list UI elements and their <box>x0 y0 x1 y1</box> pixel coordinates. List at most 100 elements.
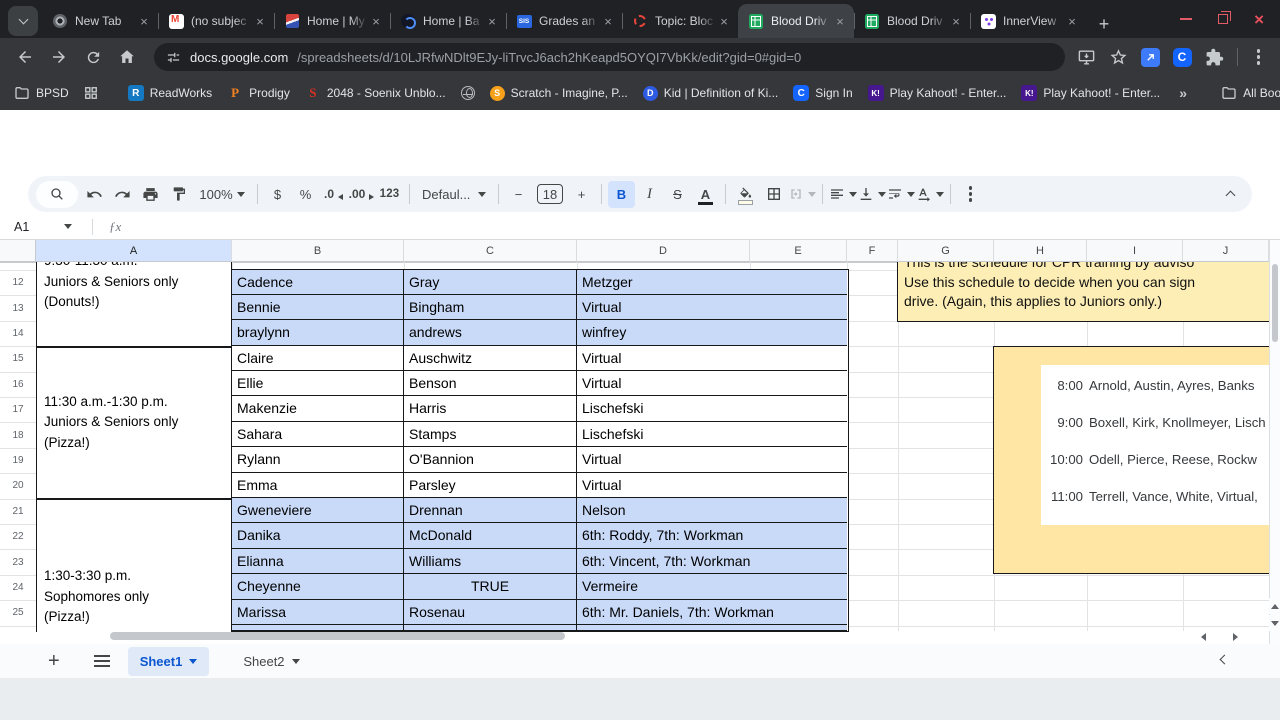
site-settings-icon[interactable] <box>166 50 181 65</box>
cell-C19[interactable]: O'Bannion <box>404 447 577 473</box>
paint-format-button[interactable] <box>165 181 192 208</box>
decrease-decimal-button[interactable]: .0 <box>320 181 347 208</box>
number-format-button[interactable]: 123 <box>376 181 403 208</box>
spreadsheet-grid[interactable]: 9:30-11:30 a.m. Juniors & Seniors only (… <box>0 240 1280 644</box>
forward-button[interactable] <box>44 42 74 72</box>
vertical-align-button[interactable] <box>858 181 886 208</box>
cell-B22[interactable]: Danika <box>232 523 404 549</box>
reload-button[interactable] <box>78 42 108 72</box>
collapse-panel-button[interactable] <box>1219 654 1230 665</box>
text-color-button[interactable]: A <box>692 181 719 208</box>
row-header-19[interactable]: 19 <box>0 448 36 473</box>
cell-C15[interactable]: Auschwitz <box>404 345 577 372</box>
tab-close-button[interactable]: × <box>948 13 964 29</box>
tab-close-button[interactable]: × <box>136 13 152 29</box>
fill-color-button[interactable] <box>732 181 759 208</box>
merge-cells-button[interactable] <box>788 181 816 208</box>
zoom-select[interactable]: 100% <box>193 181 251 208</box>
all-sheets-button[interactable] <box>93 655 110 667</box>
cell-C14[interactable]: andrews <box>404 320 577 346</box>
cell-D13[interactable]: Virtual <box>577 294 847 321</box>
cell-D20[interactable]: Virtual <box>577 473 847 499</box>
clever-extension-icon[interactable]: C <box>1172 47 1192 67</box>
browser-tab-6[interactable]: Topic: Bloc × <box>622 4 738 38</box>
cell-C20[interactable]: Parsley <box>404 472 577 499</box>
merged-cell-group-1[interactable]: 9:30-11:30 a.m. Juniors & Seniors only (… <box>36 262 232 347</box>
grid-corner[interactable] <box>0 240 36 262</box>
browser-tab-4[interactable]: Home | Ba × <box>390 4 506 38</box>
row-header-22[interactable]: 22 <box>0 524 36 549</box>
cell-C23[interactable]: Williams <box>404 548 577 575</box>
cell-D15[interactable]: Virtual <box>577 346 847 372</box>
cell-C12[interactable]: Gray <box>404 269 577 295</box>
cell-C18[interactable]: Stamps <box>404 421 577 448</box>
window-close-button[interactable]: × <box>1254 11 1264 28</box>
browser-tab-3[interactable]: Home | My × <box>274 4 390 38</box>
browser-tab-5[interactable]: Grades an × <box>506 4 622 38</box>
row-header-15[interactable]: 15 <box>0 346 36 371</box>
cell-C17[interactable]: Harris <box>404 396 577 422</box>
kami-extension-icon[interactable] <box>1140 47 1160 67</box>
row-header-24[interactable]: 24 <box>0 575 36 600</box>
bookmark-sign-in[interactable]: C Sign In <box>793 85 853 101</box>
cell-D14[interactable]: winfrey <box>577 320 847 346</box>
browser-tab-1[interactable]: New Tab × <box>42 4 158 38</box>
decrease-font-size-button[interactable]: − <box>505 181 532 208</box>
column-header-H[interactable]: H <box>994 240 1087 262</box>
browser-menu-icon[interactable] <box>1256 55 1260 59</box>
bookmark-globe[interactable] <box>460 86 475 100</box>
tab-close-button[interactable]: × <box>252 13 268 29</box>
row-header-18[interactable]: 18 <box>0 422 36 447</box>
cell-C22[interactable]: McDonald <box>404 523 577 549</box>
format-percent-button[interactable]: % <box>292 181 319 208</box>
new-tab-button[interactable]: + <box>1090 10 1118 38</box>
tab-close-button[interactable]: × <box>600 13 616 29</box>
tab-search-button[interactable] <box>8 6 38 36</box>
browser-tab-2[interactable]: (no subjec × <box>158 4 274 38</box>
merged-cell-group-3[interactable]: 1:30-3:30 p.m. Sophomores only (Pizza!) <box>36 499 232 632</box>
address-bar[interactable]: docs.google.com/spreadsheets/d/10LJRfwND… <box>154 43 1065 71</box>
row-header-16[interactable]: 16 <box>0 372 36 397</box>
column-header-E[interactable]: E <box>750 240 847 262</box>
name-box[interactable]: A1 <box>0 220 64 234</box>
row-header-20[interactable]: 20 <box>0 473 36 498</box>
search-menus-button[interactable] <box>36 180 78 208</box>
column-header-A[interactable]: A <box>36 240 232 262</box>
tab-close-button[interactable]: × <box>832 13 848 29</box>
cell-C25[interactable]: Rosenau <box>404 599 577 625</box>
cell-D12[interactable]: Metzger <box>577 269 847 295</box>
cell-D25[interactable]: 6th: Mr. Daniels, 7th: Workman <box>577 599 847 625</box>
font-size-input[interactable]: 18 <box>537 184 563 204</box>
row-header-13[interactable]: 13 <box>0 295 36 320</box>
cell-B25[interactable]: Marissa <box>232 599 404 625</box>
sheet-tab-sheet1[interactable]: Sheet1 <box>127 646 210 676</box>
toolbar-more-button[interactable] <box>957 181 984 208</box>
borders-button[interactable] <box>760 181 787 208</box>
column-header-J[interactable]: J <box>1183 240 1269 262</box>
horizontal-align-button[interactable] <box>829 181 857 208</box>
chevron-down-icon[interactable] <box>64 224 72 229</box>
cell-B16[interactable]: Ellie <box>232 371 404 397</box>
cell-B18[interactable]: Sahara <box>232 421 404 448</box>
cell-D23[interactable]: 6th: Vincent, 7th: Workman <box>577 548 847 575</box>
add-sheet-button[interactable]: + <box>48 651 60 671</box>
row-header-25[interactable]: 25 <box>0 600 36 625</box>
cell-B23[interactable]: Elianna <box>232 548 404 575</box>
scroll-up-button[interactable] <box>1269 598 1280 614</box>
redo-button[interactable] <box>109 181 136 208</box>
row-header-17[interactable]: 17 <box>0 397 36 422</box>
row-header-21[interactable]: 21 <box>0 499 36 524</box>
cell-B13[interactable]: Bennie <box>232 294 404 321</box>
column-header-B[interactable]: B <box>232 240 404 262</box>
column-header-I[interactable]: I <box>1087 240 1183 262</box>
increase-font-size-button[interactable]: + <box>568 181 595 208</box>
cell-B20[interactable]: Emma <box>232 472 404 499</box>
print-button[interactable] <box>137 181 164 208</box>
tab-close-button[interactable]: × <box>1064 13 1080 29</box>
cell-D21[interactable]: Nelson <box>577 498 847 524</box>
cell-B17[interactable]: Makenzie <box>232 396 404 422</box>
bookmark-bpsd[interactable]: BPSD <box>14 85 69 101</box>
bookmark-all-bookmarks[interactable]: All Bookmarks <box>1221 85 1280 101</box>
cell-B14[interactable]: braylynn <box>232 320 404 346</box>
row-header-12[interactable]: 12 <box>0 270 36 295</box>
